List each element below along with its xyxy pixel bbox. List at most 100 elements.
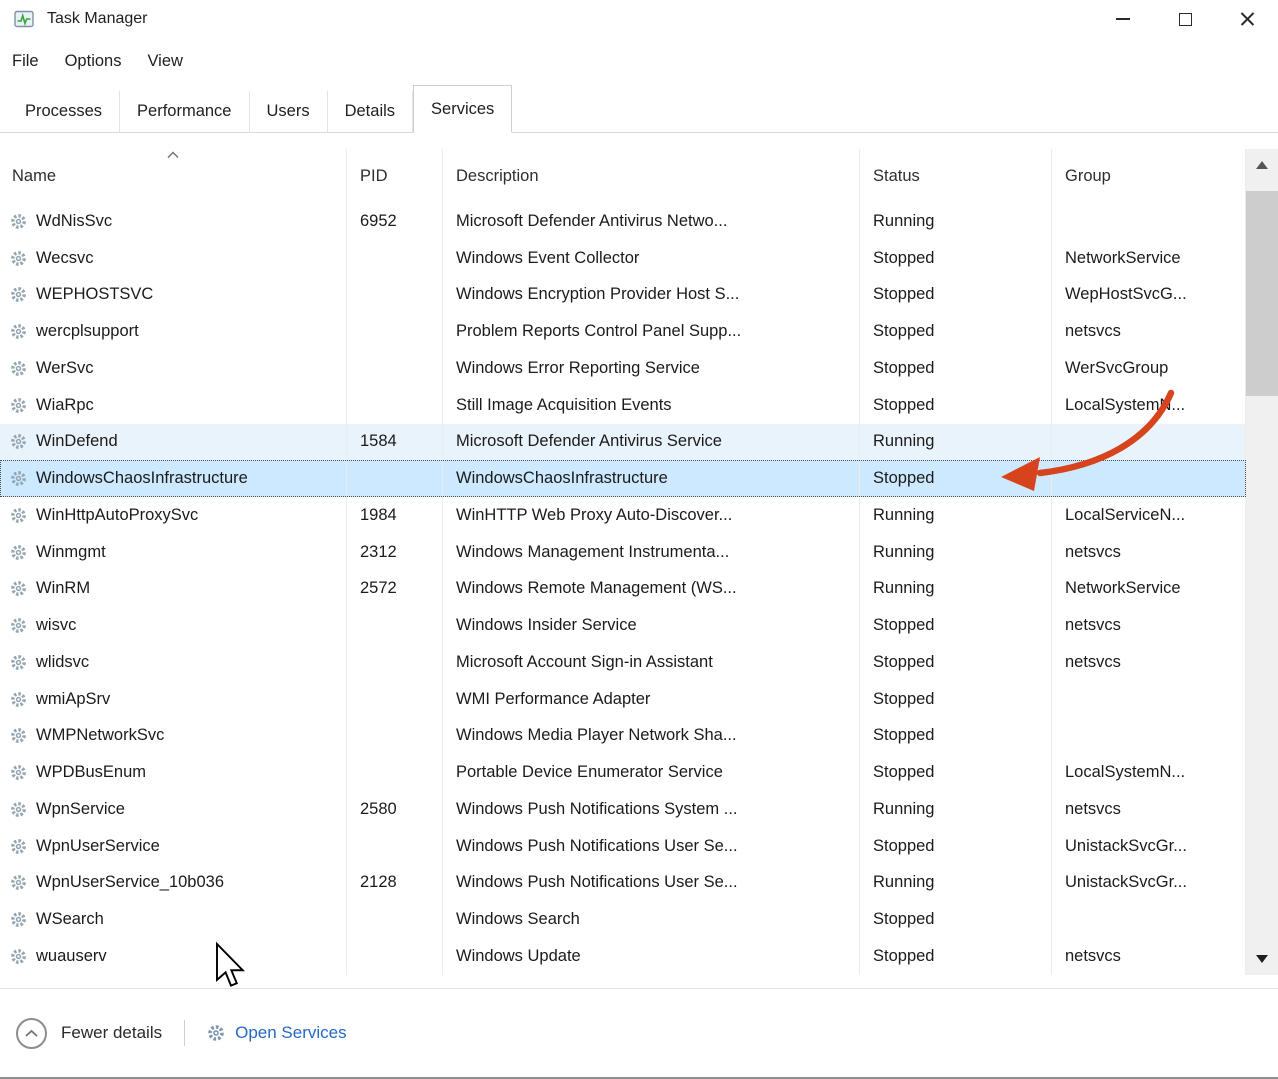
tab-details[interactable]: Details (328, 91, 413, 132)
service-gear-icon (10, 433, 27, 450)
tab-performance[interactable]: Performance (120, 91, 249, 132)
service-name: wmiApSrv (36, 690, 110, 709)
service-status-cell: Running (860, 534, 1052, 571)
tab-processes[interactable]: Processes (8, 91, 120, 132)
column-header-group[interactable]: Group (1052, 149, 1246, 203)
service-group-cell: UnistackSvcGr... (1052, 828, 1246, 865)
service-name: WSearch (36, 910, 104, 929)
service-status-cell: Stopped (860, 240, 1052, 277)
service-status-cell: Stopped (860, 607, 1052, 644)
service-status-cell: Stopped (860, 313, 1052, 350)
service-group-cell: netsvcs (1052, 534, 1246, 571)
service-name: WMPNetworkSvc (36, 726, 164, 745)
service-description-cell: Windows Remote Management (WS... (443, 571, 860, 608)
service-group-cell (1052, 203, 1246, 240)
services-table: Name PID Description Status Group (0, 149, 1278, 975)
service-status-cell: Stopped (860, 387, 1052, 424)
service-row[interactable]: wisvc Windows Insider Service Stopped ne… (0, 607, 1246, 644)
service-gear-icon (10, 948, 27, 965)
column-header-status[interactable]: Status (860, 149, 1052, 203)
service-status-cell: Stopped (860, 681, 1052, 718)
service-row[interactable]: WerSvc Windows Error Reporting Service S… (0, 350, 1246, 387)
tab-users[interactable]: Users (250, 91, 328, 132)
service-pid-cell: 6952 (347, 203, 443, 240)
service-name: WPDBusEnum (36, 763, 146, 782)
service-row[interactable]: WinRM 2572 Windows Remote Management (WS… (0, 571, 1246, 608)
service-row[interactable]: wlidsvc Microsoft Account Sign-in Assist… (0, 644, 1246, 681)
service-description-cell: WinHTTP Web Proxy Auto-Discover... (443, 497, 860, 534)
menu-file[interactable]: File (12, 46, 52, 77)
tab-services[interactable]: Services (413, 85, 512, 133)
service-name: wuauserv (36, 947, 107, 966)
service-row[interactable]: WEPHOSTSVC Windows Encryption Provider H… (0, 277, 1246, 314)
service-group-cell (1052, 424, 1246, 461)
service-row[interactable]: WindowsChaosInfrastructure WindowsChaosI… (0, 460, 1246, 497)
service-description-cell: Microsoft Defender Antivirus Netwo... (443, 203, 860, 240)
service-gear-icon (10, 580, 27, 597)
chevron-up-circle-icon (16, 1018, 47, 1049)
menu-options[interactable]: Options (52, 46, 135, 77)
service-description-cell: Windows Push Notifications System ... (443, 791, 860, 828)
scroll-down-button[interactable] (1246, 943, 1278, 975)
service-row[interactable]: WMPNetworkSvc Windows Media Player Netwo… (0, 718, 1246, 755)
service-group-cell: netsvcs (1052, 938, 1246, 975)
service-pid-cell: 2312 (347, 534, 443, 571)
service-pid-cell (347, 460, 443, 497)
sort-ascending-icon (167, 151, 180, 159)
service-name: Wecsvc (36, 249, 93, 268)
scrollbar-thumb[interactable] (1246, 191, 1278, 396)
scroll-up-button[interactable] (1246, 149, 1278, 181)
maximize-button[interactable] (1154, 0, 1216, 38)
service-row[interactable]: WpnUserService Windows Push Notification… (0, 828, 1246, 865)
service-group-cell: LocalSystemN... (1052, 754, 1246, 791)
scroll-up-icon (1256, 161, 1268, 169)
service-pid-cell (347, 901, 443, 938)
service-description-cell: Problem Reports Control Panel Supp... (443, 313, 860, 350)
service-row[interactable]: WdNisSvc 6952 Microsoft Defender Antivir… (0, 203, 1246, 240)
service-name: WinRM (36, 579, 90, 598)
service-row[interactable]: WiaRpc Still Image Acquisition Events St… (0, 387, 1246, 424)
service-row[interactable]: WinHttpAutoProxySvc 1984 WinHTTP Web Pro… (0, 497, 1246, 534)
service-pid-cell (347, 313, 443, 350)
service-name: wercplsupport (36, 322, 139, 341)
service-gear-icon (10, 874, 27, 891)
service-gear-icon (10, 691, 27, 708)
service-row[interactable]: WSearch Windows Search Stopped (0, 901, 1246, 938)
service-row[interactable]: WPDBusEnum Portable Device Enumerator Se… (0, 754, 1246, 791)
menu-view[interactable]: View (134, 46, 195, 77)
service-status-cell: Stopped (860, 277, 1052, 314)
close-button[interactable] (1216, 0, 1278, 38)
vertical-scrollbar[interactable] (1246, 149, 1278, 975)
column-header-pid-label: PID (360, 167, 388, 186)
service-row[interactable]: wmiApSrv WMI Performance Adapter Stopped (0, 681, 1246, 718)
service-row[interactable]: WinDefend 1584 Microsoft Defender Antivi… (0, 424, 1246, 461)
service-name-cell: wuauserv (0, 938, 347, 975)
service-row[interactable]: Wecsvc Windows Event Collector Stopped N… (0, 240, 1246, 277)
service-gear-icon (10, 544, 27, 561)
service-gear-icon (10, 397, 27, 414)
column-header-name[interactable]: Name (0, 149, 347, 203)
service-group-cell (1052, 718, 1246, 755)
service-group-cell (1052, 901, 1246, 938)
service-group-cell: netsvcs (1052, 791, 1246, 828)
service-row[interactable]: WpnService 2580 Windows Push Notificatio… (0, 791, 1246, 828)
service-row[interactable]: WpnUserService_10b036 2128 Windows Push … (0, 865, 1246, 902)
service-name-cell: WPDBusEnum (0, 754, 347, 791)
open-services-link[interactable]: Open Services (207, 1023, 347, 1043)
service-row[interactable]: Winmgmt 2312 Windows Management Instrume… (0, 534, 1246, 571)
service-status-cell: Running (860, 203, 1052, 240)
open-services-label: Open Services (235, 1023, 347, 1043)
column-header-description[interactable]: Description (443, 149, 860, 203)
task-manager-app-icon (14, 9, 34, 29)
service-row[interactable]: wuauserv Windows Update Stopped netsvcs (0, 938, 1246, 975)
service-description-cell: Microsoft Defender Antivirus Service (443, 424, 860, 461)
fewer-details-button[interactable]: Fewer details (16, 1018, 162, 1049)
service-row[interactable]: wercplsupport Problem Reports Control Pa… (0, 313, 1246, 350)
minimize-button[interactable] (1092, 0, 1154, 38)
service-group-cell (1052, 460, 1246, 497)
service-gear-icon (10, 470, 27, 487)
column-header-pid[interactable]: PID (347, 149, 443, 203)
service-description-cell: WMI Performance Adapter (443, 681, 860, 718)
service-status-cell: Stopped (860, 460, 1052, 497)
close-icon (1240, 12, 1255, 27)
